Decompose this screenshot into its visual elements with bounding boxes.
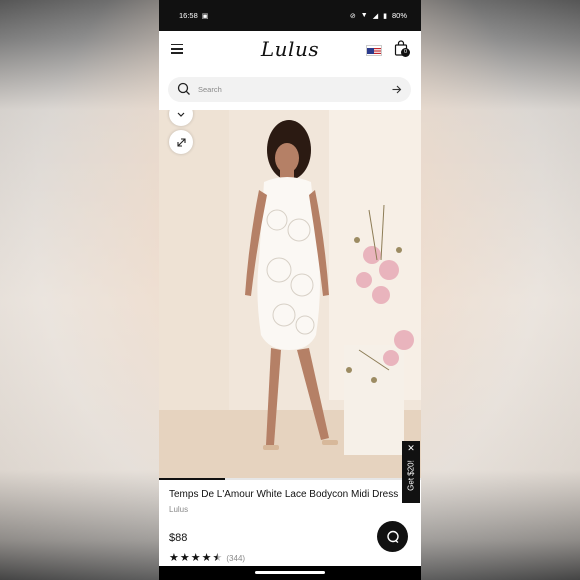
product-photo [159,110,421,480]
product-price: $88 [169,532,188,544]
search-icon [177,82,190,95]
review-count: (344) [226,554,246,563]
expand-icon [176,137,186,147]
home-indicator[interactable] [255,571,325,574]
star-icon: ★ [179,552,190,564]
promo-label[interactable]: Get $20! [407,449,416,503]
search-input[interactable]: Search [198,85,222,94]
gallery-progress [159,478,421,480]
half-star-icon: ★ [212,552,223,564]
promo-tab[interactable]: ✕ Get $20! [402,441,420,503]
product-rating[interactable]: ★ ★ ★ ★ ★ (344) [169,553,245,564]
notification-icon: ▣ [201,12,210,20]
phone-screen: 16:58 ▣ ⊘ ▼ ◢ ▮ 80% Lulus 0 Search Temps… [159,0,421,580]
chevron-down-icon [177,112,185,117]
product-image[interactable] [159,110,421,480]
gallery-progress-fill [159,478,225,480]
product-title: Temps De L'Amour White Lace Bodycon Midi… [169,489,399,500]
star-icon: ★ [190,552,201,564]
star-icon: ★ [169,552,179,564]
battery-percent: 80% [391,11,407,20]
star-icon: ★ [201,552,212,564]
product-brand[interactable]: Lulus [169,505,188,514]
chat-button[interactable] [377,521,408,552]
mute-icon: ⊘ [349,12,357,20]
battery-icon: ▮ [383,12,388,20]
search-bar[interactable]: Search [168,77,411,102]
status-bar: 16:58 ▣ ⊘ ▼ ◢ ▮ 80% [159,0,421,31]
status-time: 16:58 [179,11,198,20]
system-nav-bar [159,566,421,580]
site-header: Lulus 0 [159,31,421,69]
arrow-right-icon[interactable] [391,84,402,95]
signal-icon: ◢ [372,12,380,20]
us-flag-icon[interactable] [366,45,382,56]
chat-icon [386,530,399,543]
wifi-icon: ▼ [360,12,369,19]
expand-image-button[interactable] [169,130,193,154]
cart-count-badge: 0 [401,48,410,57]
